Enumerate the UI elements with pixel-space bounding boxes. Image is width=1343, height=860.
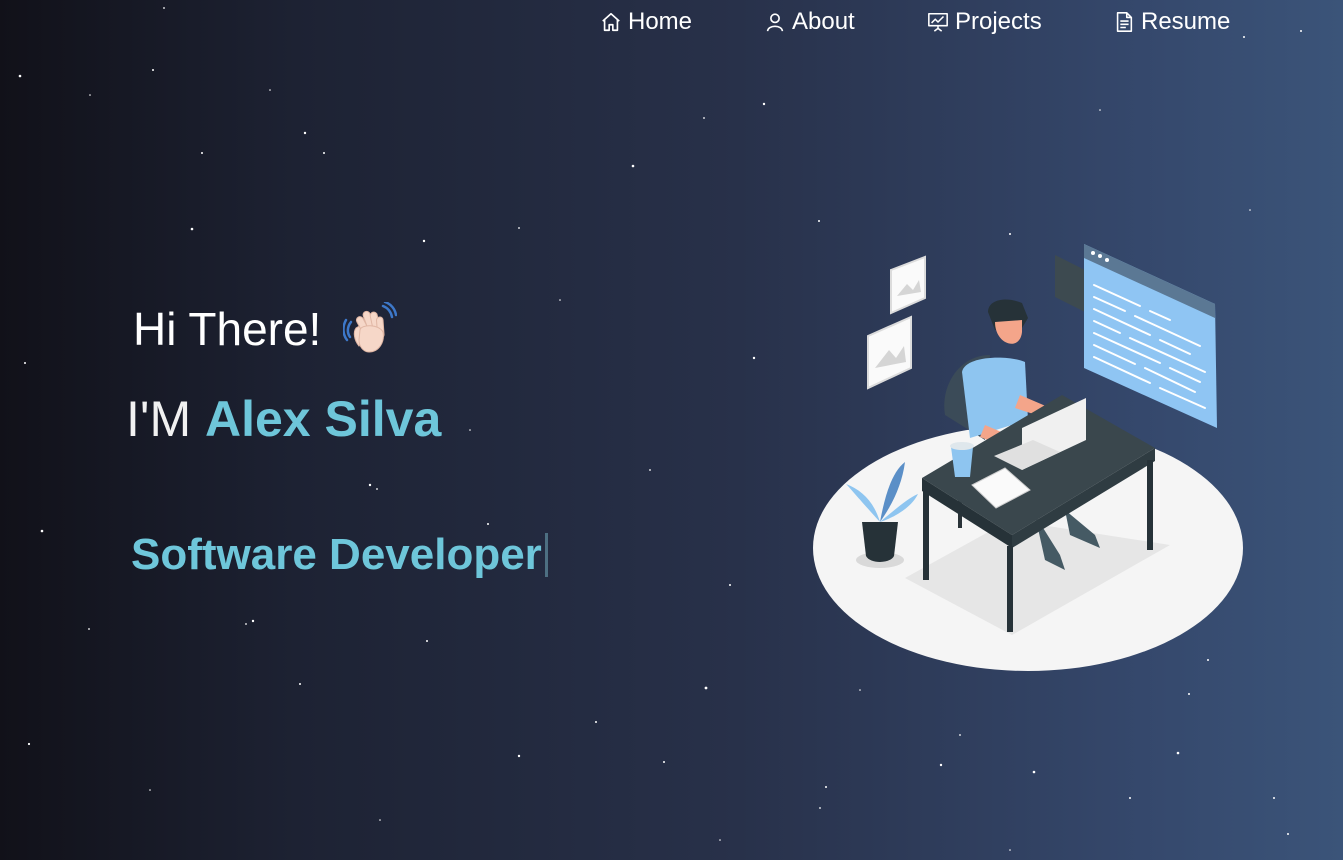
waving-hand-icon: [343, 302, 398, 353]
nav-about-label: About: [792, 8, 855, 35]
hero-name-line: I'M Alex Silva: [126, 390, 441, 448]
nav-projects-label: Projects: [955, 8, 1042, 35]
home-icon: [602, 12, 620, 32]
nav-home-link[interactable]: Home: [600, 8, 692, 36]
picture-frame-top: [890, 255, 926, 315]
hero-name: Alex Silva: [205, 391, 442, 447]
intro-prefix: I'M: [126, 391, 192, 447]
nav-home-label: Home: [628, 8, 693, 35]
nav-projects-link[interactable]: Projects: [927, 8, 1042, 36]
hero-role: Software Developer: [131, 530, 548, 580]
hero-greeting: Hi There!: [133, 302, 398, 356]
presentation-chart-icon: [928, 12, 948, 32]
document-icon: [1116, 12, 1133, 32]
developer-at-desk-illustration: [813, 244, 1243, 671]
nav-resume-link[interactable]: Resume: [1113, 8, 1230, 36]
typing-cursor: [544, 533, 548, 577]
picture-frame-bottom: [867, 315, 912, 390]
top-navbar: Home About Projects Resume: [0, 0, 1343, 50]
user-icon: [766, 13, 784, 32]
nav-about-link[interactable]: About: [764, 8, 855, 36]
role-text: Software Developer: [131, 530, 542, 579]
nav-resume-label: Resume: [1141, 8, 1231, 35]
greeting-text: Hi There!: [133, 303, 322, 355]
